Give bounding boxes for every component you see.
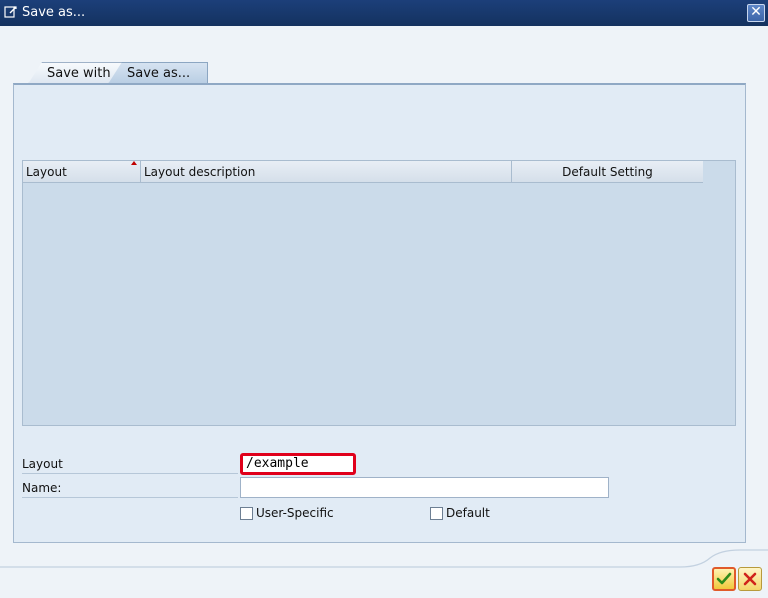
user-specific-option[interactable]: User-Specific bbox=[240, 504, 334, 522]
window-title: Save as... bbox=[22, 5, 86, 20]
column-header-layout[interactable]: Layout bbox=[23, 161, 141, 183]
sort-indicator-icon bbox=[131, 161, 137, 165]
tab-save-as[interactable]: Save as... bbox=[108, 62, 208, 84]
close-icon[interactable]: ✕ bbox=[747, 4, 765, 22]
check-icon bbox=[716, 572, 732, 585]
default-option[interactable]: Default bbox=[430, 504, 490, 522]
cancel-button[interactable] bbox=[738, 567, 762, 591]
footer-divider bbox=[0, 549, 768, 568]
name-label: Name: bbox=[22, 478, 238, 498]
column-header-default-setting[interactable]: Default Setting bbox=[512, 161, 703, 183]
default-label: Default bbox=[446, 506, 490, 520]
title-bar: Save as... ✕ bbox=[0, 0, 768, 26]
user-specific-label: User-Specific bbox=[256, 506, 334, 520]
layout-input[interactable]: /example bbox=[240, 453, 356, 475]
ok-button[interactable] bbox=[712, 567, 736, 591]
tab-save-with[interactable]: Save with bbox=[28, 62, 124, 84]
default-checkbox[interactable] bbox=[430, 506, 443, 520]
user-specific-checkbox[interactable] bbox=[240, 506, 253, 520]
name-input[interactable] bbox=[240, 477, 609, 498]
column-header-description[interactable]: Layout description bbox=[141, 161, 512, 183]
table-header: Layout Layout description Default Settin… bbox=[23, 161, 703, 183]
save-as-icon bbox=[4, 6, 17, 18]
layout-label: Layout bbox=[22, 454, 238, 474]
layout-table[interactable]: Layout Layout description Default Settin… bbox=[22, 160, 736, 426]
cancel-x-icon bbox=[743, 572, 757, 586]
